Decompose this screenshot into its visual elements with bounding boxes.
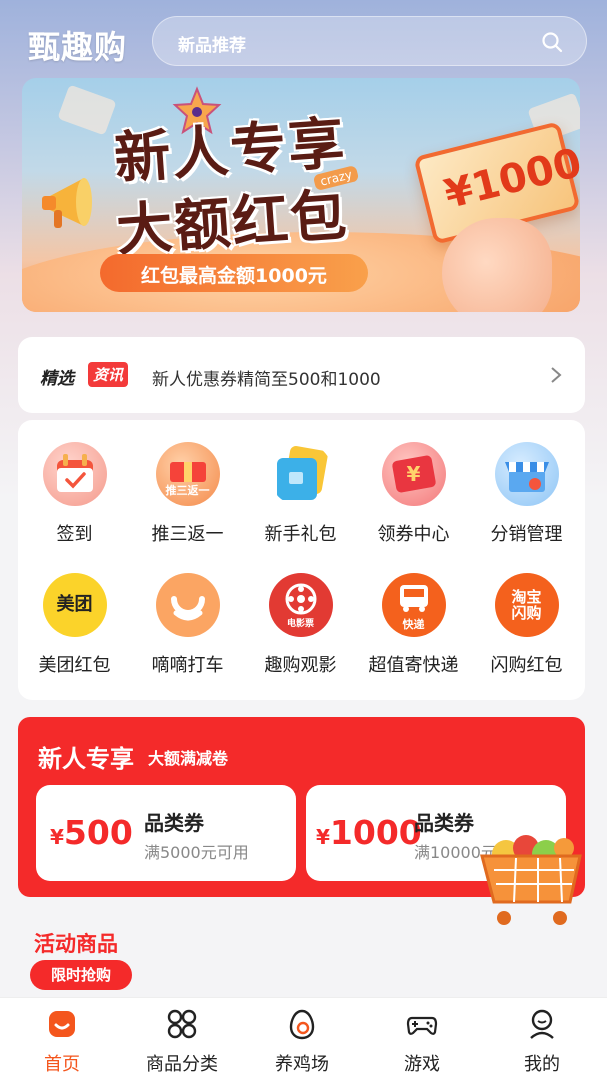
- news-badge-label: 精选: [40, 369, 74, 389]
- service-item-gift[interactable]: 新手礼包: [244, 442, 357, 546]
- ticket-decoration: [57, 84, 117, 136]
- service-item-coupon-center[interactable]: ¥ 领券中心: [357, 442, 470, 546]
- service-item-express[interactable]: 快递 超值寄快递: [357, 573, 470, 677]
- category-grid-icon: [167, 1009, 197, 1039]
- service-label: 嘀嘀打车: [151, 655, 224, 676]
- voucher-currency: ¥: [316, 825, 330, 849]
- profile-icon: [530, 1009, 554, 1039]
- gamepad-icon: [406, 1016, 438, 1035]
- header: 甄趣购 新品推荐: [0, 0, 607, 84]
- service-label: 闪购红包: [490, 655, 563, 676]
- activity-title: 活动商品: [34, 932, 118, 956]
- promo-banner[interactable]: 新人专享 大额红包 crazy 红包最高金额1000元 ¥1000: [22, 78, 580, 312]
- voucher-condition: 满5000元可用: [144, 843, 249, 862]
- newcomer-subtitle: 大额满减卷: [148, 749, 229, 768]
- tab-chicken-farm[interactable]: 养鸡场: [242, 998, 362, 1080]
- coupon-value: ¥1000: [440, 139, 580, 219]
- voucher-value: 1000: [329, 813, 422, 852]
- tab-profile[interactable]: 我的: [482, 998, 602, 1080]
- service-label: 分销管理: [490, 524, 563, 545]
- news-headline: 新人优惠券精简至500和1000: [152, 370, 381, 390]
- film-reel-icon: 电影票: [268, 573, 333, 637]
- service-grid: 签到 推三返一 推三返一 新手礼包 ¥ 领券中心 分销管理 美团 美团红包 嘀嘀…: [18, 420, 585, 700]
- tab-label: 养鸡场: [275, 1054, 329, 1075]
- voucher-title: 品类券: [414, 811, 474, 835]
- news-bar[interactable]: 精选 资讯 新人优惠券精简至500和1000: [18, 337, 585, 413]
- app-logo: 甄趣购: [28, 28, 128, 66]
- chevron-right-icon: [551, 367, 562, 383]
- megaphone-icon: [42, 178, 92, 228]
- tab-label: 我的: [524, 1054, 560, 1075]
- calendar-icon: [42, 442, 107, 506]
- banner-ribbon: 红包最高金额1000元: [100, 254, 368, 292]
- tab-home[interactable]: 首页: [2, 998, 122, 1080]
- truck-icon: 快递: [381, 573, 446, 637]
- service-item-distribution[interactable]: 分销管理: [470, 442, 583, 546]
- banner-ribbon-text: 红包最高金额1000元: [141, 265, 327, 287]
- tab-categories[interactable]: 商品分类: [122, 998, 242, 1080]
- search-bar[interactable]: 新品推荐: [152, 16, 587, 66]
- news-badge-tag: 资讯: [88, 362, 129, 387]
- meituan-icon: 美团: [42, 573, 107, 637]
- newcomer-title: 新人专享: [38, 745, 134, 773]
- taobao-icon: 淘宝闪购: [494, 573, 559, 637]
- tab-label: 首页: [44, 1054, 80, 1075]
- voucher-card[interactable]: ¥500 品类券 满5000元可用: [36, 785, 296, 881]
- voucher-title: 品类券: [144, 811, 204, 835]
- service-item-invite[interactable]: 推三返一 推三返一: [131, 442, 244, 546]
- service-label: 推三返一: [151, 524, 224, 545]
- service-label: 领券中心: [377, 524, 450, 545]
- gift-box-icon: 推三返一: [155, 442, 220, 506]
- egg-icon: [289, 1009, 315, 1040]
- bottom-tab-bar: 首页 商品分类 养鸡场 游戏 我的: [0, 997, 607, 1080]
- envelope-symbol: ¥: [406, 462, 421, 486]
- tab-games[interactable]: 游戏: [362, 998, 482, 1080]
- tab-label: 游戏: [404, 1054, 440, 1075]
- voucher-amount: ¥1000: [316, 813, 422, 852]
- red-envelope-icon: ¥: [381, 442, 446, 506]
- store-icon: [494, 442, 559, 506]
- didi-icon: [155, 573, 220, 637]
- voucher-value: 500: [63, 813, 133, 852]
- tab-label: 商品分类: [146, 1054, 218, 1075]
- shopping-cart-icon: [480, 835, 582, 925]
- service-item-flash-sale[interactable]: 淘宝闪购 闪购红包: [470, 573, 583, 677]
- search-placeholder: 新品推荐: [178, 36, 246, 56]
- service-label: 美团红包: [38, 655, 111, 676]
- service-item-checkin[interactable]: 签到: [18, 442, 131, 546]
- service-label: 新手礼包: [264, 524, 337, 545]
- meituan-logo-text: 美团: [56, 594, 93, 616]
- home-icon: [49, 1011, 75, 1037]
- search-icon[interactable]: [540, 30, 564, 54]
- voucher-amount: ¥500: [50, 813, 133, 852]
- truck-text: 快递: [402, 617, 425, 631]
- gift-box-text: 推三返一: [165, 483, 210, 497]
- service-label: 签到: [56, 524, 93, 545]
- voucher-currency: ¥: [50, 825, 64, 849]
- film-reel-text: 电影票: [286, 619, 314, 630]
- service-item-didi[interactable]: 嘀嘀打车: [131, 573, 244, 677]
- taobao-logo-text: 淘宝闪购: [511, 587, 542, 622]
- service-label: 趣购观影: [264, 655, 337, 676]
- service-item-movie[interactable]: 电影票 趣购观影: [244, 573, 357, 677]
- cards-icon: [269, 442, 333, 506]
- hand-illustration: [442, 218, 552, 312]
- service-item-meituan[interactable]: 美团 美团红包: [18, 573, 131, 677]
- flash-sale-badge[interactable]: 限时抢购: [30, 960, 132, 990]
- service-label: 超值寄快递: [368, 655, 459, 676]
